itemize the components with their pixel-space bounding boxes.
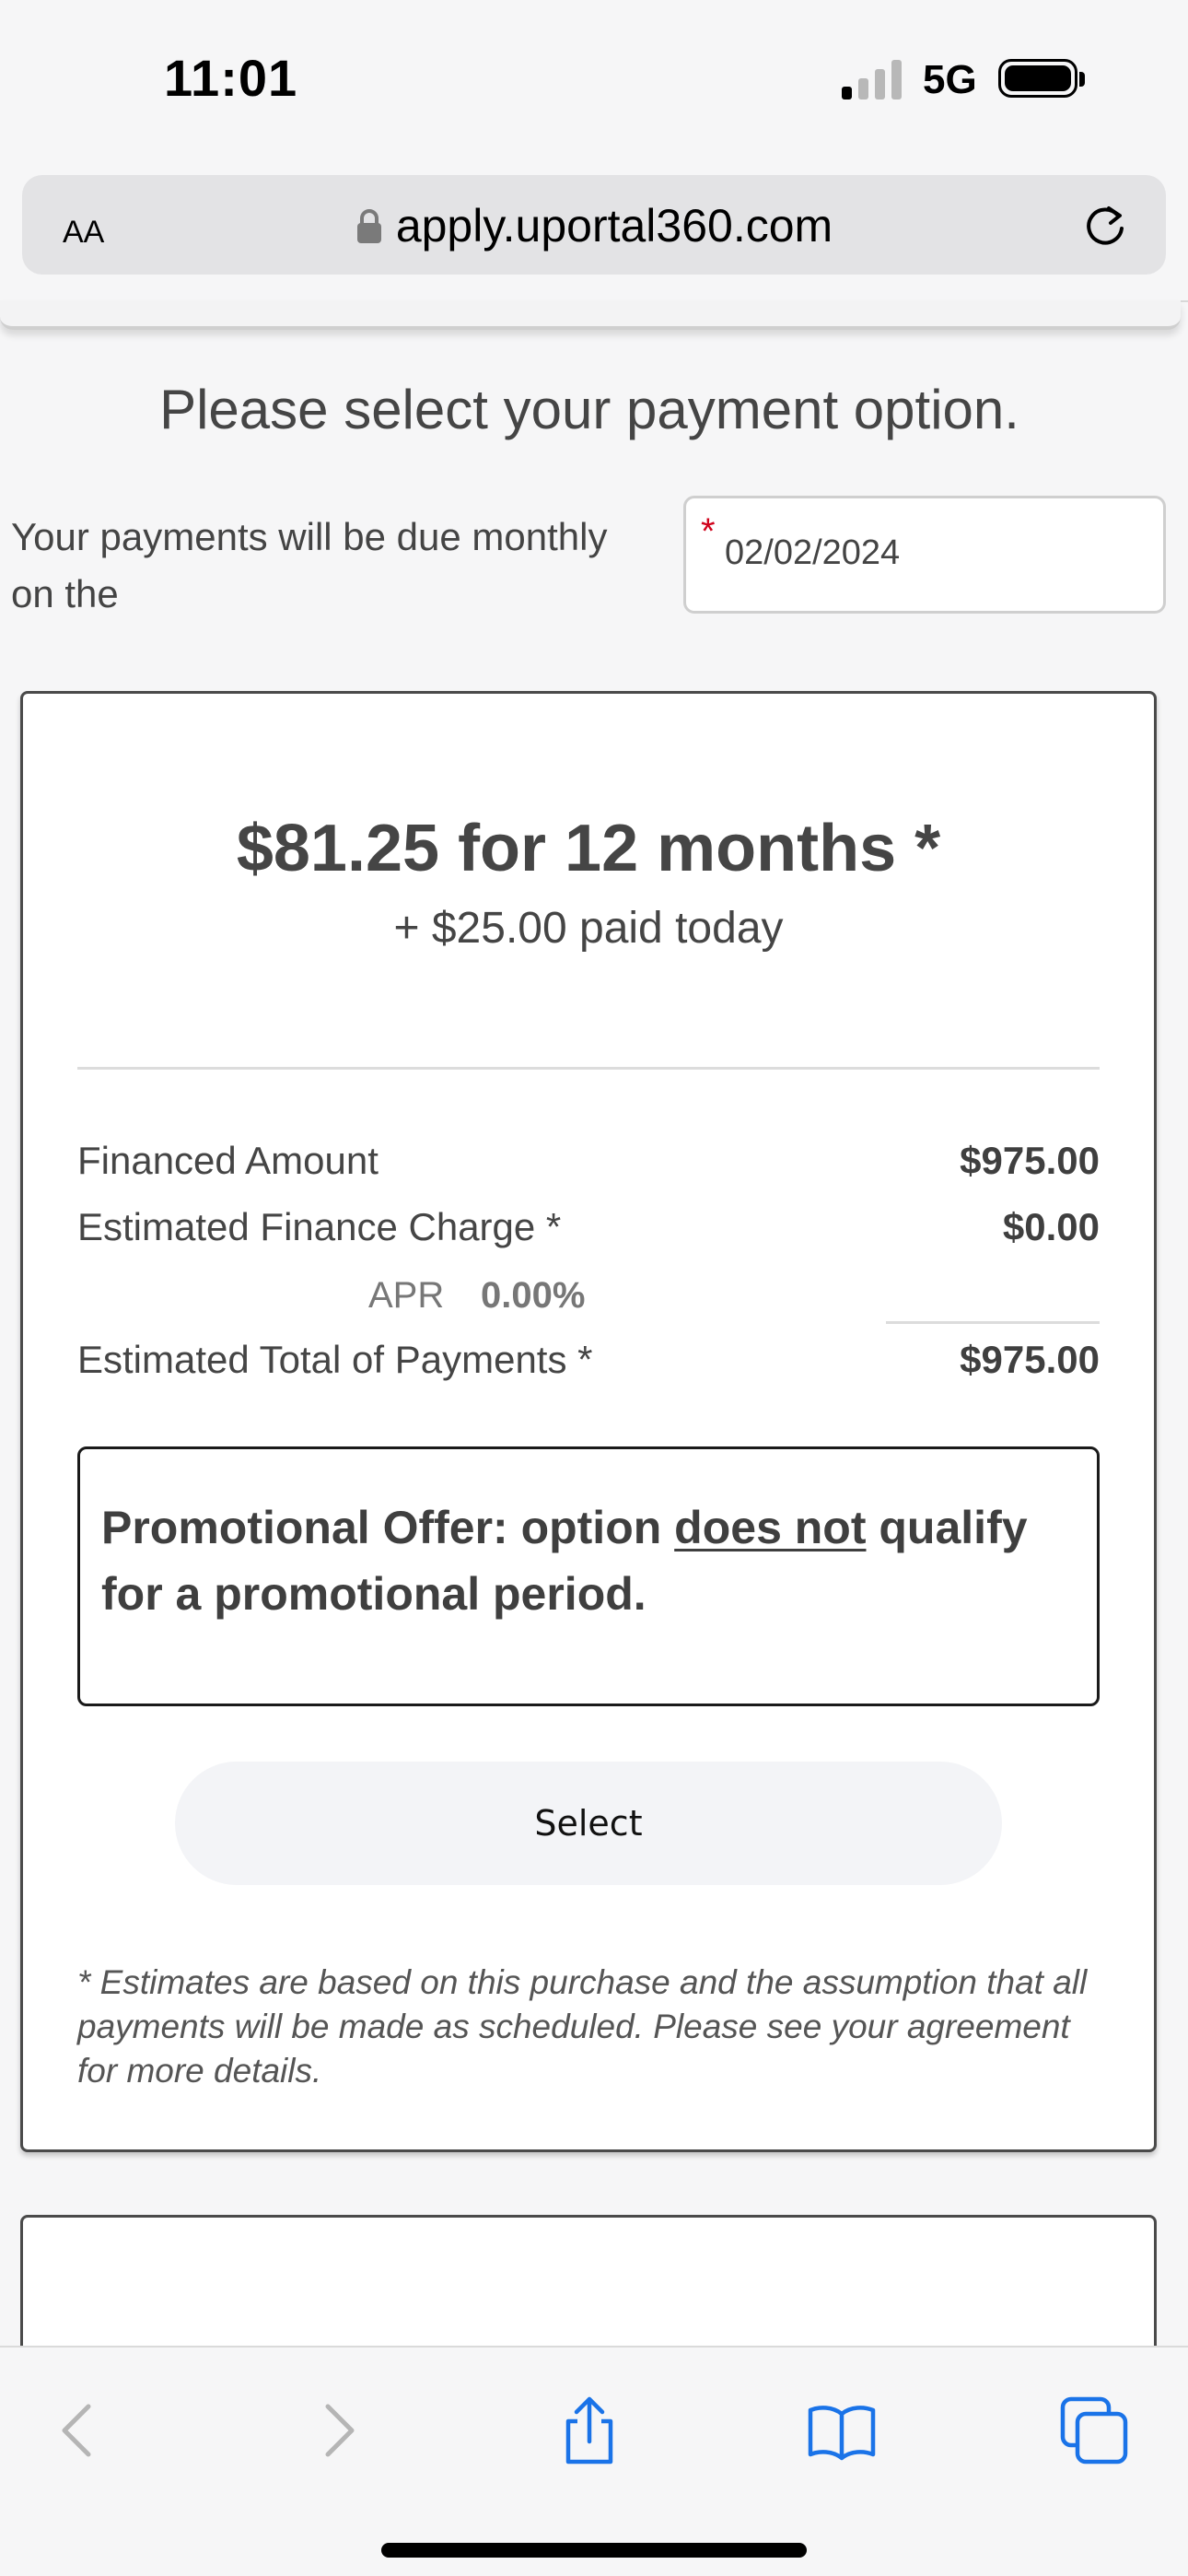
- paid-today-text: + $25.00 paid today: [393, 904, 784, 953]
- tabs-icon[interactable]: [1057, 2394, 1131, 2467]
- battery-icon: [998, 59, 1077, 98]
- due-date-label: Your payments will be due monthly on the: [11, 515, 608, 615]
- cellular-signal-icon: [842, 60, 902, 100]
- status-bar: 11:01 5G: [0, 0, 1188, 166]
- browser-toolbar: [0, 2346, 1188, 2576]
- back-icon[interactable]: [42, 2394, 116, 2467]
- due-date-field[interactable]: * 02/02/2024: [683, 496, 1166, 614]
- url-text: apply.uportal360.com: [395, 200, 833, 252]
- select-button[interactable]: Select: [175, 1762, 1002, 1885]
- forward-icon[interactable]: [300, 2394, 374, 2467]
- site-header: [0, 300, 1181, 330]
- required-marker: *: [701, 511, 716, 552]
- estimates-footnote: * Estimates are based on this purchase a…: [77, 1963, 1088, 2090]
- divider: [77, 1067, 1100, 1070]
- apr-label: APR: [368, 1275, 445, 1316]
- reload-icon[interactable]: [1081, 201, 1129, 249]
- payment-headline: $81.25 for 12 months *: [236, 812, 941, 885]
- network-label: 5G: [923, 57, 977, 102]
- due-date-value: 02/02/2024: [725, 533, 901, 572]
- status-time: 11:01: [164, 49, 298, 107]
- lock-icon: [356, 209, 381, 243]
- promotional-offer-text: Promotional Offer: option does not quali…: [101, 1502, 1028, 1620]
- financed-amount-value: $975.00: [960, 1139, 1100, 1182]
- page-title: Please select your payment option.: [159, 379, 1019, 440]
- bookmarks-icon[interactable]: [805, 2394, 879, 2467]
- financed-amount-label: Financed Amount: [77, 1139, 379, 1182]
- address-bar[interactable]: AA apply.uportal360.com: [22, 175, 1166, 275]
- finance-charge-label: Estimated Finance Charge *: [77, 1205, 562, 1248]
- share-icon[interactable]: [553, 2394, 626, 2467]
- promo-emphasis: does not: [674, 1502, 867, 1553]
- finance-charge-value: $0.00: [1002, 1205, 1100, 1248]
- total-payments-value: $975.00: [960, 1338, 1100, 1381]
- apr-value: 0.00%: [481, 1275, 586, 1316]
- sum-divider: [886, 1321, 1100, 1324]
- total-payments-label: Estimated Total of Payments *: [77, 1338, 593, 1381]
- home-indicator[interactable]: [381, 2543, 807, 2558]
